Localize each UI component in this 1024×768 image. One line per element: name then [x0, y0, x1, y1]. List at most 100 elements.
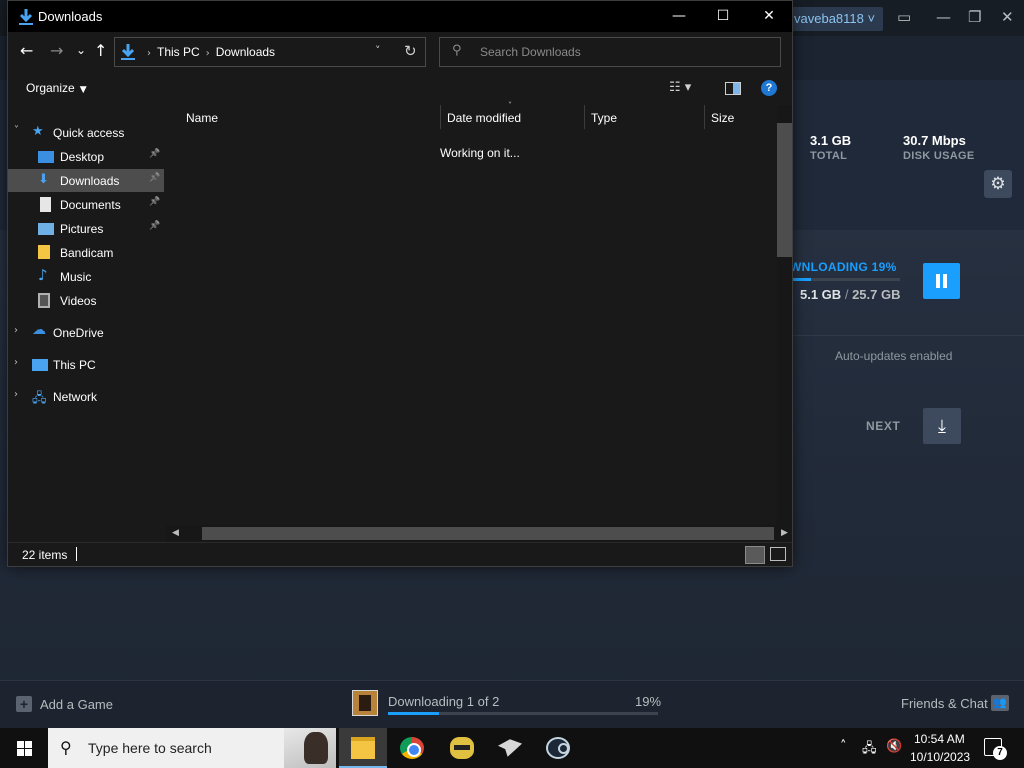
nav-item-label: Desktop [60, 150, 105, 164]
vertical-scrollbar[interactable] [777, 105, 792, 525]
download-tray-icon[interactable]: ⤓ [923, 408, 961, 444]
chevron-right-icon[interactable]: › [14, 325, 18, 336]
scroll-right-icon[interactable]: ▶ [781, 528, 788, 538]
clock-date[interactable]: 10/10/2023 [910, 750, 970, 764]
bottom-download-status[interactable]: Downloading 1 of 2 [388, 694, 499, 709]
back-arrow-icon[interactable]: ← [20, 41, 33, 60]
pin-icon[interactable]: 📌 [149, 197, 160, 207]
nav-item-label: Music [60, 270, 92, 284]
nav-item-label: OneDrive [53, 326, 104, 340]
stat-disk-value: 30.7 Mbps [903, 133, 966, 148]
column-divider[interactable] [440, 105, 441, 129]
chevron-right-icon[interactable]: › [14, 389, 18, 400]
next-label: NEXT [866, 419, 901, 433]
maximize-button[interactable]: ☐ [700, 1, 746, 32]
download-arrow-icon: ⬇ [38, 172, 49, 187]
item-count: 22 items [22, 548, 68, 562]
network-icon[interactable]: 🖧 [862, 739, 877, 761]
friends-chat-button[interactable]: Friends & Chat [901, 696, 988, 711]
steam-close-button[interactable]: ✕ [1001, 8, 1014, 26]
add-game-button[interactable]: + Add a Game [16, 696, 113, 712]
organize-label: Organize [26, 81, 75, 95]
command-bar: Organize ▼ ☷ ▾ ? [8, 72, 792, 105]
pin-icon[interactable]: 📌 [149, 221, 160, 231]
steam-icon[interactable] [534, 728, 582, 768]
nav-item-bandicam[interactable]: Bandicam [8, 241, 164, 264]
pin-icon[interactable]: 📌 [149, 149, 160, 159]
nav-item-network[interactable]: › 🖧 Network [8, 385, 164, 408]
refresh-icon[interactable]: ↻ [404, 42, 417, 60]
column-divider[interactable] [584, 105, 585, 129]
friends-icon[interactable]: 👥 [991, 695, 1009, 711]
computer-icon [32, 359, 48, 371]
taskbar-search-input[interactable]: ⚲ Type here to search [48, 728, 336, 768]
up-arrow-icon[interactable]: ↑ [94, 41, 107, 60]
pause-button[interactable] [923, 263, 960, 299]
game-thumbnail[interactable] [352, 690, 378, 716]
nav-item-pictures[interactable]: Pictures 📌 [8, 217, 164, 240]
nav-item-desktop[interactable]: Desktop 📌 [8, 145, 164, 168]
address-bar[interactable]: › This PC › Downloads ˅ ↻ [114, 37, 426, 67]
volume-muted-icon[interactable]: 🔇 [886, 739, 902, 754]
chevron-up-icon[interactable]: ˄ [840, 739, 847, 754]
forward-arrow-icon[interactable]: → [50, 41, 63, 60]
folder-icon [38, 245, 50, 259]
column-header-date-modified[interactable]: Date modified [447, 105, 521, 131]
explorer-title-bar[interactable]: Downloads — ☐ ✕ [8, 1, 792, 32]
column-header-name[interactable]: Name [186, 105, 218, 131]
pin-icon[interactable]: 📌 [149, 173, 160, 183]
file-explorer-icon[interactable] [339, 728, 387, 768]
breadcrumb-this-pc[interactable]: This PC [157, 45, 200, 59]
nav-item-downloads[interactable]: ⬇ Downloads 📌 [8, 169, 164, 192]
nav-item-documents[interactable]: Documents 📌 [8, 193, 164, 216]
preview-pane-icon[interactable] [725, 82, 741, 95]
download-size: 5.1 GB / 25.7 GB [800, 287, 900, 302]
chevron-down-icon: ▼ [79, 85, 87, 95]
nav-item-this-pc[interactable]: › This PC [8, 353, 164, 376]
network-icon: 🖧 [32, 391, 47, 406]
clock-time[interactable]: 10:54 AM [914, 732, 965, 746]
chevron-right-icon[interactable]: › [14, 357, 18, 368]
file-explorer-window: Downloads — ☐ ✕ ← → ⌄ ↑ › This PC › Downloa… [7, 0, 793, 567]
hawk-app-icon[interactable] [486, 728, 534, 768]
nav-item-videos[interactable]: Videos [8, 289, 164, 312]
desktop-icon [38, 151, 54, 163]
nav-item-music[interactable]: ♪ Music [8, 265, 164, 288]
column-header-type[interactable]: Type [591, 105, 617, 131]
chrome-icon[interactable] [388, 728, 436, 768]
nav-item-onedrive[interactable]: › ☁ OneDrive [8, 321, 164, 344]
help-icon[interactable]: ? [761, 80, 777, 96]
column-header-size[interactable]: Size [711, 105, 734, 131]
pictures-icon [38, 223, 54, 235]
scroll-left-icon[interactable]: ◀ [172, 528, 179, 538]
bee-app-icon[interactable] [438, 728, 486, 768]
chevron-down-icon[interactable]: ˅ [14, 125, 19, 136]
steam-big-picture-icon[interactable]: ▭ [897, 8, 911, 26]
minimize-button[interactable]: — [656, 1, 702, 32]
horizontal-scroll-thumb[interactable] [202, 527, 774, 540]
windows-start-icon[interactable] [0, 728, 48, 768]
organize-button[interactable]: Organize ▼ [26, 81, 87, 95]
details-view-icon[interactable] [745, 546, 765, 564]
search-input[interactable]: ⚲ Search Downloads [439, 37, 781, 67]
change-view-icon[interactable]: ☷ ▾ [669, 80, 691, 95]
breadcrumb-downloads[interactable]: Downloads [216, 45, 275, 59]
bottom-progress-bar [388, 712, 658, 715]
recent-locations-icon[interactable]: ⌄ [76, 43, 86, 57]
nav-item-quick-access[interactable]: ˅ ★ Quick access [8, 121, 164, 144]
horizontal-scrollbar[interactable]: ◀ ▶ [166, 525, 792, 542]
chevron-down-icon[interactable]: ˅ [375, 44, 381, 57]
search-highlight-image [284, 728, 336, 768]
plus-icon: + [16, 696, 32, 712]
steam-minimize-button[interactable]: — [936, 8, 951, 26]
steam-account-menu[interactable]: vaveba8118 ˅ [786, 7, 884, 31]
window-title: Downloads [38, 9, 103, 24]
vertical-scroll-thumb[interactable] [777, 123, 792, 257]
close-button[interactable]: ✕ [746, 1, 792, 32]
gear-icon[interactable]: ⚙ [984, 170, 1012, 198]
steam-maximize-button[interactable]: ❐ [968, 8, 981, 26]
column-divider[interactable] [704, 105, 705, 129]
breadcrumb: › This PC › Downloads [141, 45, 275, 59]
large-icons-view-icon[interactable] [770, 547, 786, 561]
steam-bottom-bar: + Add a Game Downloading 1 of 2 19% Frien… [0, 680, 1024, 728]
